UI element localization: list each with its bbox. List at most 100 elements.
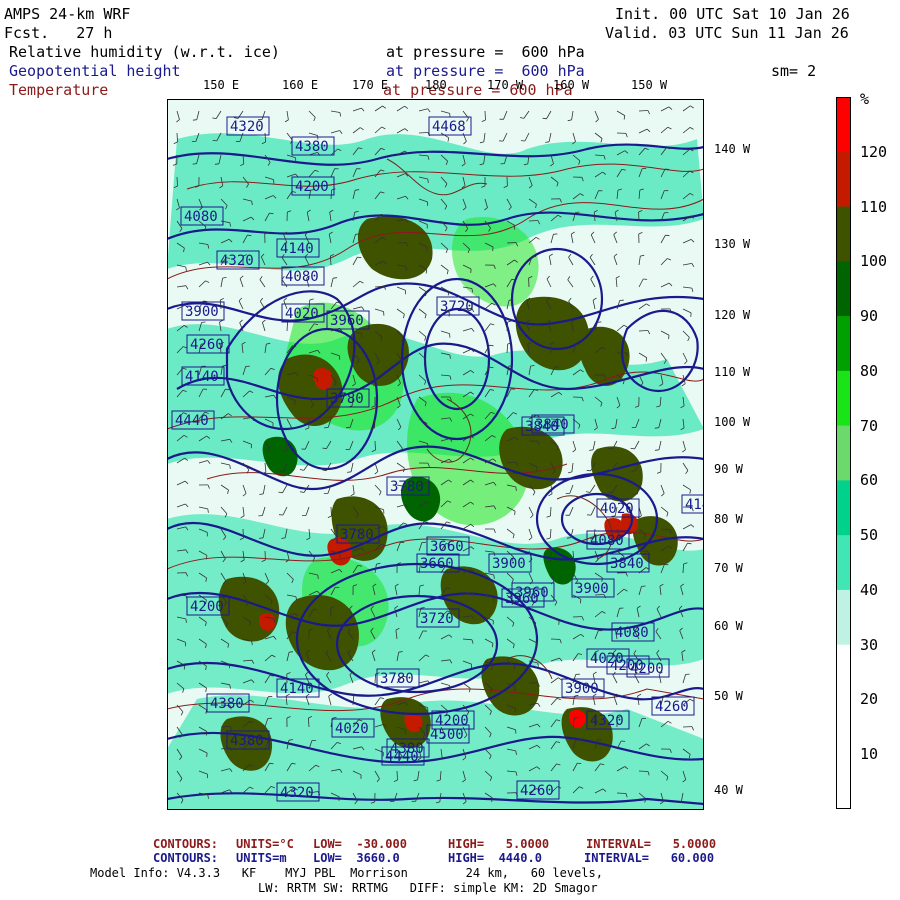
smoothing-label: sm= 2 bbox=[771, 62, 817, 80]
height-label: 3780 bbox=[376, 668, 420, 688]
svg-text:4020: 4020 bbox=[590, 651, 624, 667]
lat-label-80w: 80 W bbox=[714, 512, 743, 526]
lon-label-170e: 170 E bbox=[352, 78, 389, 92]
height-label: 4380 bbox=[206, 693, 250, 713]
svg-text:3900: 3900 bbox=[565, 681, 599, 697]
lat-label-70w: 70 W bbox=[714, 561, 743, 575]
height-label: 4200 bbox=[291, 176, 335, 196]
height-high: HIGH= 4440.0 bbox=[448, 851, 542, 865]
svg-text:4380: 4380 bbox=[230, 733, 264, 749]
height-label: 3720 bbox=[436, 296, 480, 316]
temp-units: UNITS=°C bbox=[236, 837, 294, 851]
svg-text:4140: 4140 bbox=[185, 369, 219, 385]
height-label: 3900 bbox=[571, 578, 615, 598]
height-label: 3780 bbox=[326, 388, 370, 408]
svg-text:4140: 4140 bbox=[280, 241, 314, 257]
svg-text:4140: 4140 bbox=[280, 681, 314, 697]
height-label: 3960 bbox=[511, 582, 555, 602]
lat-label-140w: 140 W bbox=[714, 142, 751, 156]
svg-text:4320: 4320 bbox=[230, 119, 264, 135]
colorbar bbox=[836, 97, 851, 809]
field-rh-level: at pressure = 600 hPa bbox=[386, 43, 585, 61]
height-label: 3780 bbox=[336, 524, 380, 544]
model-info: Model Info: V4.3.3 KF MYJ PBL Morrison 2… bbox=[90, 866, 603, 880]
svg-text:4020: 4020 bbox=[285, 306, 319, 322]
colorbar-band bbox=[836, 589, 851, 646]
height-contours-label: CONTOURS: bbox=[153, 851, 219, 865]
colorbar-band bbox=[836, 535, 851, 591]
colorbar-tick-label: 20 bbox=[860, 690, 879, 709]
svg-text:3660: 3660 bbox=[420, 556, 454, 572]
svg-text:3900: 3900 bbox=[575, 581, 609, 597]
svg-text:4380: 4380 bbox=[210, 696, 244, 712]
colorbar-tick-label: 90 bbox=[860, 307, 879, 326]
height-label: 4260 bbox=[516, 780, 560, 800]
svg-text:3900: 3900 bbox=[185, 304, 219, 320]
height-label: 3840 bbox=[606, 553, 650, 573]
colorbar-unit: % bbox=[860, 90, 870, 108]
height-label: 3900 bbox=[181, 301, 225, 321]
svg-text:3900: 3900 bbox=[492, 556, 526, 572]
lon-label-170w: 170 W bbox=[487, 78, 524, 92]
lat-label-40w: 40 W bbox=[714, 783, 743, 797]
svg-text:4380: 4380 bbox=[295, 139, 329, 155]
colorbar-band bbox=[836, 206, 851, 262]
svg-text:4320: 4320 bbox=[280, 785, 314, 801]
height-label: 4080 bbox=[611, 622, 655, 642]
temp-interval: INTERVAL= 5.0000 bbox=[586, 837, 717, 851]
colorbar-band bbox=[836, 316, 851, 372]
colorbar-tick-label: 60 bbox=[860, 471, 879, 490]
svg-text:3780: 3780 bbox=[390, 479, 424, 495]
height-label: 3660 bbox=[426, 536, 470, 556]
svg-text:4200: 4200 bbox=[190, 599, 224, 615]
svg-text:3660: 3660 bbox=[430, 539, 464, 555]
height-label: 3780 bbox=[386, 476, 430, 496]
height-label: 4320 bbox=[586, 710, 630, 730]
height-label: 4380 bbox=[291, 136, 335, 156]
colorbar-tick-label: 10 bbox=[860, 745, 879, 764]
colorbar-tick-label: 70 bbox=[860, 416, 879, 435]
colorbar-tick-label: 40 bbox=[860, 580, 879, 599]
lat-label-60w: 60 W bbox=[714, 619, 743, 633]
colorbar-band bbox=[836, 480, 851, 536]
svg-text:3780: 3780 bbox=[380, 671, 414, 687]
svg-text:4320: 4320 bbox=[590, 713, 624, 729]
lon-label-160e: 160 E bbox=[282, 78, 319, 92]
height-label: 4260 bbox=[651, 696, 695, 716]
colorbar-band bbox=[836, 754, 851, 809]
svg-text:4380: 4380 bbox=[390, 741, 424, 757]
svg-text:4080: 4080 bbox=[615, 625, 649, 641]
height-label: 3720 bbox=[416, 608, 460, 628]
lat-label-50w: 50 W bbox=[714, 689, 743, 703]
svg-text:3840: 3840 bbox=[525, 419, 559, 435]
svg-text:3960: 3960 bbox=[515, 585, 549, 601]
field-rh-name: Relative humidity (w.r.t. ice) bbox=[9, 43, 280, 61]
svg-text:4200: 4200 bbox=[295, 179, 329, 195]
height-label: 4260 bbox=[186, 334, 230, 354]
lat-label-130w: 130 W bbox=[714, 237, 751, 251]
model-title: AMPS 24-km WRF bbox=[4, 5, 131, 23]
colorbar-tick-label: 30 bbox=[860, 635, 879, 654]
height-label: 3960 bbox=[326, 310, 370, 330]
height-label: 4380 bbox=[386, 738, 430, 758]
colorbar-band bbox=[836, 97, 851, 153]
svg-text:4260: 4260 bbox=[520, 783, 554, 799]
svg-text:3960: 3960 bbox=[330, 313, 364, 329]
height-label: 3840 bbox=[521, 416, 565, 436]
field-temp-level: at pressure = 600 hPa bbox=[383, 81, 573, 99]
height-label: 4020 bbox=[281, 303, 325, 323]
svg-text:3780: 3780 bbox=[330, 391, 364, 407]
field-height-name: Geopotential height bbox=[9, 62, 181, 80]
colorbar-tick-label: 100 bbox=[860, 252, 888, 271]
svg-text:3840: 3840 bbox=[610, 556, 644, 572]
svg-text:4320: 4320 bbox=[220, 253, 254, 269]
height-label: 4080 bbox=[180, 206, 224, 226]
colorbar-band bbox=[836, 151, 851, 208]
colorbar-band bbox=[836, 425, 851, 481]
svg-text:3780: 3780 bbox=[340, 527, 374, 543]
svg-text:4440: 4440 bbox=[175, 413, 209, 429]
height-label: 4320 bbox=[276, 782, 320, 802]
height-label: 4200 bbox=[626, 658, 670, 678]
colorbar-tick-label: 120 bbox=[860, 142, 888, 161]
svg-text:4020: 4020 bbox=[335, 721, 369, 737]
